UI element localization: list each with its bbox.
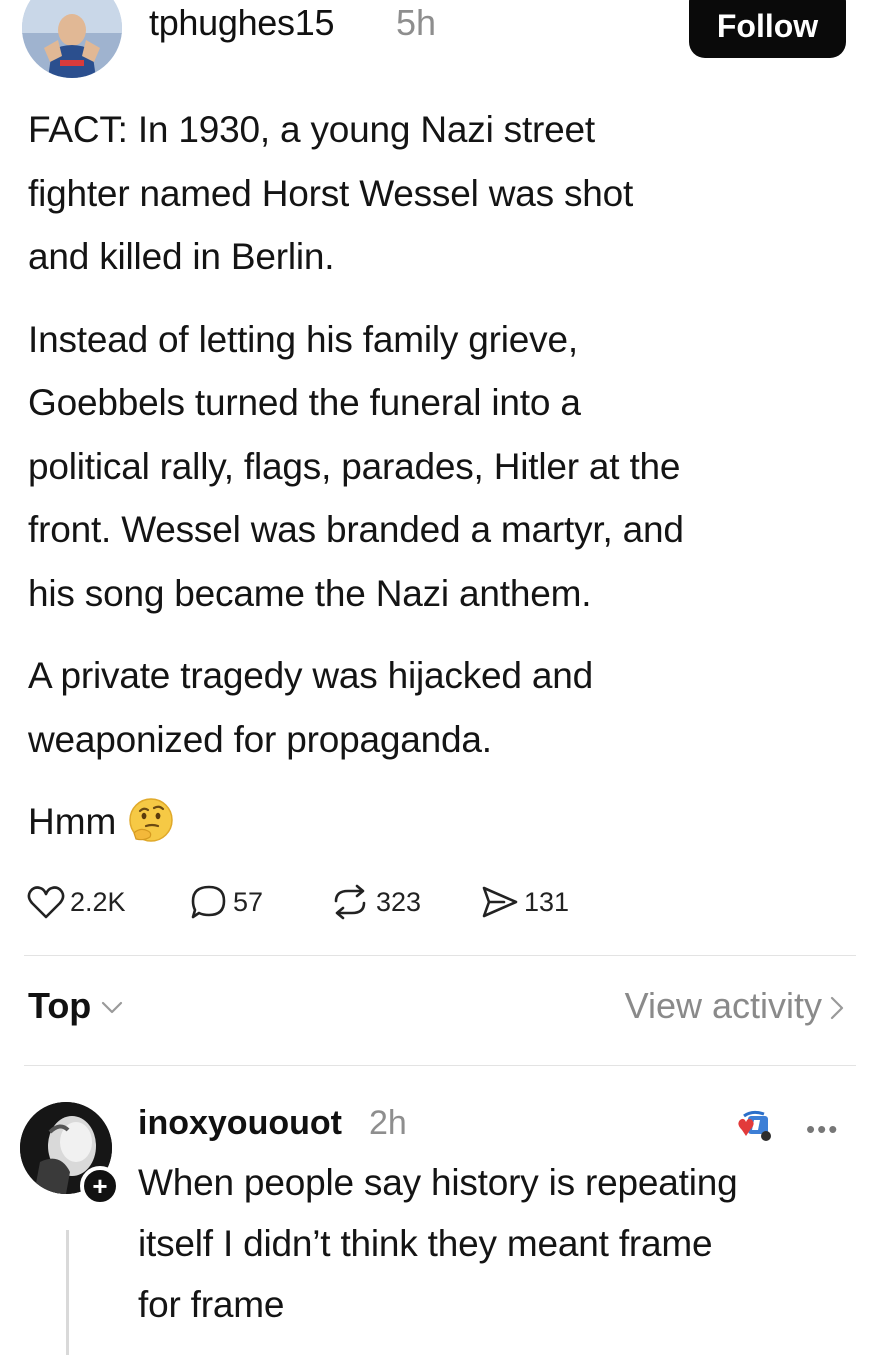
author-avatar[interactable]: [22, 0, 122, 78]
text-line: his song became the Nazi anthem.: [28, 572, 592, 614]
post-action-bar: 2.2K 57 323 131: [26, 880, 646, 924]
text-line: A private tragedy was hijacked and: [28, 655, 593, 696]
text-line: FACT: In 1930, a young Nazi street: [28, 109, 596, 150]
text-line: fighter named Horst Wessel was shot: [28, 172, 634, 214]
text-line: Goebbels turned the funeral into a: [28, 382, 581, 423]
sticker-icon: [730, 1108, 776, 1151]
view-activity-link[interactable]: View activity: [625, 985, 844, 1027]
follow-plus-badge[interactable]: +: [80, 1166, 120, 1206]
chevron-down-icon: [102, 1001, 123, 1014]
text-line: front. Wessel was branded a martyr, and: [28, 509, 684, 550]
post-body: FACT: In 1930, a young Nazi street fight…: [28, 98, 858, 853]
reply-username[interactable]: inoxyououot: [138, 1104, 342, 1143]
text-line: and killed in Berlin.: [28, 236, 335, 277]
divider: [24, 1065, 856, 1066]
repost-button[interactable]: 323: [328, 880, 421, 924]
share-count: 131: [524, 886, 570, 917]
closing-text: Hmm: [28, 801, 117, 842]
post-header: tphughes15 5h Follow: [0, 0, 880, 80]
follow-button[interactable]: Follow: [689, 0, 846, 58]
chevron-right-icon: [830, 996, 844, 1020]
closing-line: Hmm: [28, 790, 858, 853]
more-options-icon[interactable]: •••: [806, 1114, 839, 1145]
thread-line: [66, 1230, 69, 1355]
thinking-face-icon: [126, 795, 176, 845]
reply-item: + inoxyououot 2h ••• When people say his…: [0, 1090, 880, 1355]
author-username[interactable]: tphughes15: [149, 2, 334, 44]
post-paragraph: A private tragedy was hijacked and weapo…: [28, 644, 858, 771]
sort-dropdown[interactable]: Top: [28, 985, 123, 1027]
text-line: Instead of letting his family grieve,: [28, 318, 578, 360]
send-icon: [482, 886, 518, 918]
comment-button[interactable]: 57: [189, 880, 263, 924]
reply-sort-row: Top View activity: [0, 985, 880, 1041]
share-button[interactable]: 131: [480, 880, 569, 924]
like-count: 2.2K: [70, 886, 126, 917]
repost-count: 323: [376, 886, 422, 917]
text-line: When people say history is repeating: [138, 1162, 738, 1203]
reply-text: When people say history is repeating its…: [138, 1152, 738, 1335]
heart-icon: [27, 886, 65, 919]
repost-icon: [334, 884, 366, 920]
post-paragraph: FACT: In 1930, a young Nazi street fight…: [28, 98, 858, 289]
text-line: weaponized for propaganda.: [28, 718, 492, 760]
view-activity-label: View activity: [624, 985, 822, 1026]
post-paragraph: Instead of letting his family grieve, Go…: [28, 308, 858, 626]
reply-timestamp: 2h: [369, 1104, 407, 1142]
comment-count: 57: [233, 886, 264, 917]
avatar-photo: [22, 0, 122, 78]
text-line: itself I didn’t think they meant frame: [138, 1223, 713, 1264]
text-line: for frame: [138, 1284, 285, 1325]
text-line: political rally, flags, parades, Hitler …: [28, 445, 681, 487]
sort-label: Top: [28, 985, 92, 1026]
comment-icon: [191, 885, 226, 919]
divider: [24, 955, 856, 956]
post-timestamp: 5h: [396, 2, 437, 43]
like-button[interactable]: 2.2K: [26, 880, 126, 924]
